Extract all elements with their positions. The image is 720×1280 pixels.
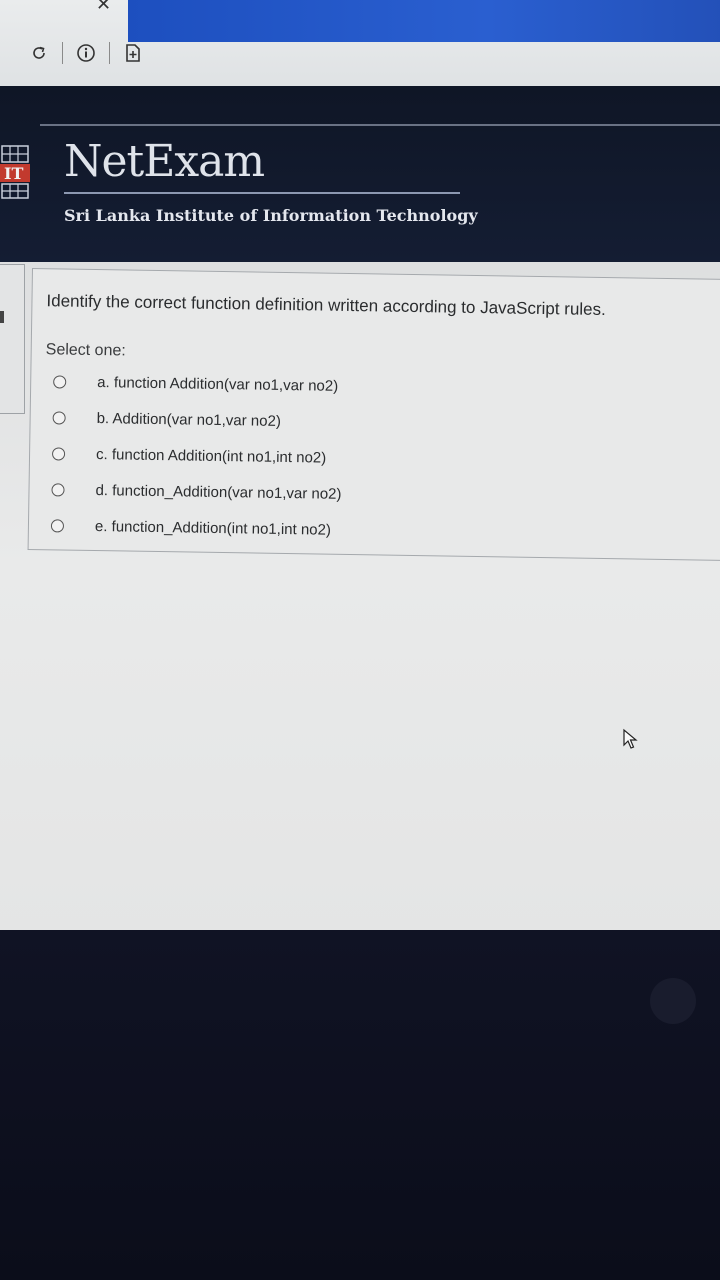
- question-number-fragment: [0, 311, 4, 323]
- question-text: Identify the correct function definition…: [46, 291, 606, 320]
- radio-button-c[interactable]: [51, 446, 66, 461]
- question-info-panel: [0, 264, 25, 414]
- hp-logo-icon: [650, 978, 696, 1024]
- site-header: IT NetExam Sri Lanka Institute of Inform…: [0, 86, 720, 266]
- institute-logo-icon: IT: [0, 142, 32, 212]
- radio-button-a[interactable]: [53, 374, 67, 389]
- svg-text:IT: IT: [4, 164, 23, 183]
- option-label-b[interactable]: b. Addition(var no1,var no2): [97, 410, 282, 430]
- select-one-prompt: Select one:: [45, 341, 126, 360]
- toolbar-divider: [109, 42, 110, 64]
- bookmark-add-icon[interactable]: [122, 42, 144, 64]
- option-label-e[interactable]: e. function_Addition(int no1,int no2): [95, 518, 331, 539]
- option-label-a[interactable]: a. function Addition(var no1,var no2): [97, 374, 338, 395]
- refresh-icon[interactable]: [28, 42, 50, 64]
- browser-tab-strip: [128, 0, 720, 42]
- header-divider: [40, 124, 720, 126]
- info-icon[interactable]: [75, 42, 97, 64]
- laptop-bezel: [0, 930, 720, 1280]
- toolbar-divider: [62, 42, 63, 64]
- question-card: Identify the correct function definition…: [27, 268, 720, 561]
- brand-title: NetExam: [64, 136, 265, 187]
- close-icon[interactable]: ✕: [96, 0, 116, 15]
- answer-option-d[interactable]: d. function_Addition(var no1,var no2): [51, 477, 342, 506]
- answer-option-a[interactable]: a. function Addition(var no1,var no2): [53, 369, 338, 397]
- answer-option-e[interactable]: e. function_Addition(int no1,int no2): [50, 513, 331, 541]
- radio-button-b[interactable]: [52, 410, 66, 425]
- toolbar-buttons: [28, 38, 144, 68]
- quiz-content: Identify the correct function definition…: [0, 262, 720, 938]
- answer-option-b[interactable]: b. Addition(var no1,var no2): [52, 405, 281, 433]
- brand-underline: [64, 192, 460, 194]
- browser-toolbar: ✕: [0, 0, 720, 86]
- mouse-pointer-icon: [622, 728, 640, 755]
- institute-name: Sri Lanka Institute of Information Techn…: [64, 206, 478, 225]
- option-label-c[interactable]: c. function Addition(int no1,int no2): [96, 446, 326, 467]
- option-label-d[interactable]: d. function_Addition(var no1,var no2): [95, 482, 341, 503]
- answer-option-c[interactable]: c. function Addition(int no1,int no2): [51, 441, 326, 469]
- radio-button-d[interactable]: [51, 482, 65, 497]
- radio-button-e[interactable]: [50, 518, 65, 533]
